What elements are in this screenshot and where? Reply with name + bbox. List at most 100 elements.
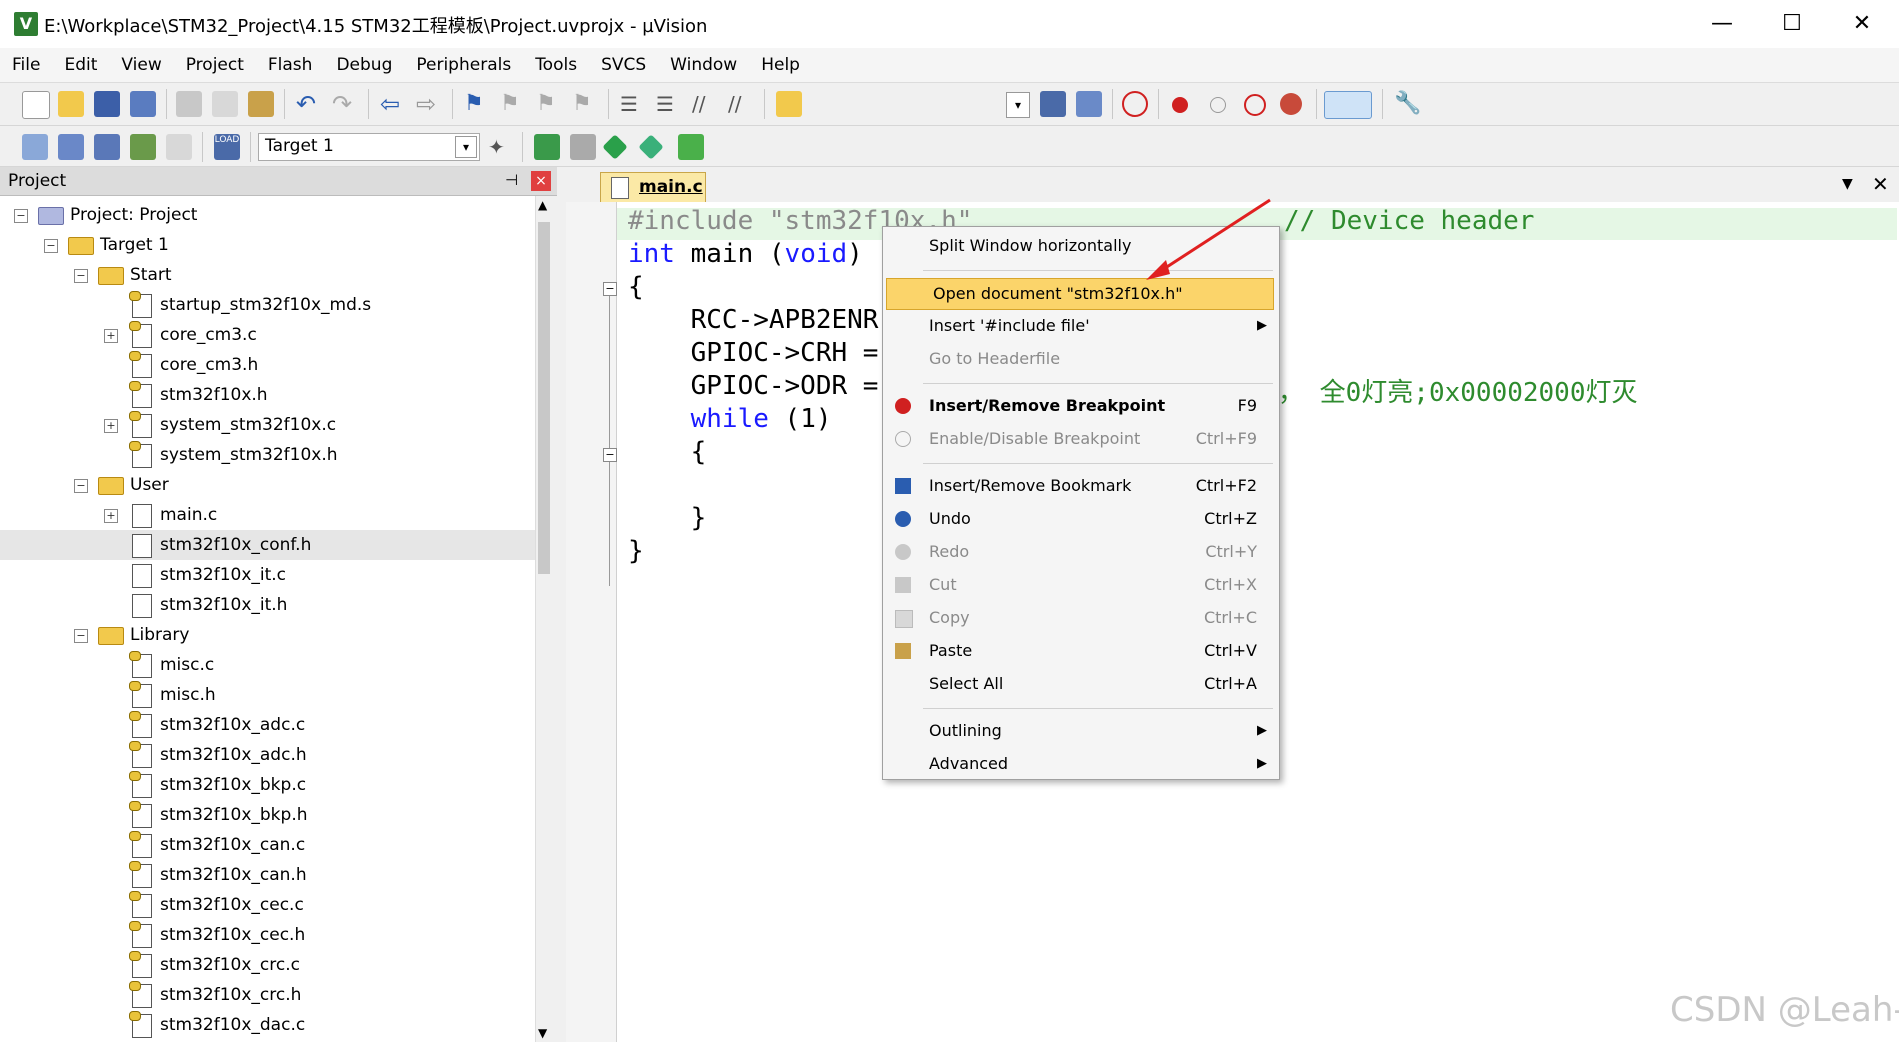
close-tab-icon[interactable]: ✕	[1872, 172, 1889, 196]
context-menu-item[interactable]: Outlining ▶	[883, 716, 1277, 746]
open-folder-icon[interactable]	[58, 91, 84, 117]
manage-multi-project-icon[interactable]	[570, 134, 596, 160]
tree-item[interactable]: stm32f10x_bkp.h	[0, 800, 535, 830]
uncomment-icon[interactable]: //	[728, 91, 754, 117]
tree-item[interactable]: − Library	[0, 620, 535, 650]
find-icon[interactable]	[1040, 91, 1066, 117]
tree-item[interactable]: − Start	[0, 260, 535, 290]
save-icon[interactable]	[94, 91, 120, 117]
tree-item[interactable]: stm32f10x_cec.c	[0, 890, 535, 920]
pin-icon[interactable]: ⊣	[505, 171, 518, 189]
tree-item[interactable]: stm32f10x_cec.h	[0, 920, 535, 950]
collapse-icon[interactable]: −	[44, 239, 58, 253]
find-dropdown-chevron-icon[interactable]: ▾	[1006, 92, 1030, 118]
select-pack-icon[interactable]	[638, 134, 664, 160]
context-menu-item[interactable]: Paste Ctrl+V	[883, 636, 1277, 666]
tree-item[interactable]: + system_stm32f10x.c	[0, 410, 535, 440]
pack-installer-icon[interactable]	[678, 134, 704, 160]
tree-item[interactable]: − Project: Project	[0, 200, 535, 230]
download-load-icon[interactable]: LOAD	[214, 134, 240, 160]
tab-main-c[interactable]: main.c	[600, 172, 706, 203]
save-all-icon[interactable]	[130, 91, 156, 117]
context-menu-item[interactable]: Insert/Remove Breakpoint F9	[883, 391, 1277, 421]
menu-tools[interactable]: Tools	[523, 48, 589, 82]
context-menu-item[interactable]: Undo Ctrl+Z	[883, 504, 1277, 534]
menu-debug[interactable]: Debug	[324, 48, 404, 82]
tree-item[interactable]: stm32f10x.h	[0, 380, 535, 410]
expand-icon[interactable]: +	[104, 329, 118, 343]
unindent-icon[interactable]: ☰	[656, 91, 682, 117]
run-time-environment-icon[interactable]	[602, 134, 628, 160]
context-menu-item[interactable]: Insert/Remove Bookmark Ctrl+F2	[883, 471, 1277, 501]
target-select[interactable]: Target 1 ▾	[258, 133, 480, 161]
start-debug-icon[interactable]	[1122, 91, 1148, 117]
menu-peripherals[interactable]: Peripherals	[404, 48, 523, 82]
menu-help[interactable]: Help	[749, 48, 812, 82]
menu-svcs[interactable]: SVCS	[589, 48, 658, 82]
tree-item[interactable]: − Target 1	[0, 230, 535, 260]
next-bookmark-icon[interactable]: ⚑	[536, 91, 562, 117]
window-layout-dropdown-icon[interactable]	[1324, 91, 1372, 119]
tree-item[interactable]: misc.c	[0, 650, 535, 680]
menu-flash[interactable]: Flash	[256, 48, 325, 82]
configure-wrench-icon[interactable]: 🔧	[1394, 91, 1421, 117]
tree-item[interactable]: stm32f10x_dac.c	[0, 1010, 535, 1040]
insert-breakpoint-icon[interactable]	[1172, 97, 1188, 113]
fold-main-icon[interactable]: −	[603, 282, 617, 296]
manage-project-items-icon[interactable]	[534, 134, 560, 160]
navigate-forward-icon[interactable]: ⇨	[416, 91, 442, 117]
tree-item[interactable]: misc.h	[0, 680, 535, 710]
tree-scrollbar-thumb[interactable]	[538, 222, 550, 574]
menu-view[interactable]: View	[109, 48, 173, 82]
close-window-button[interactable]: ✕	[1827, 0, 1897, 48]
target-options-icon[interactable]: ✦	[488, 134, 514, 160]
scroll-down-icon[interactable]: ▼	[538, 1026, 547, 1040]
context-menu-item[interactable]: Select All Ctrl+A	[883, 669, 1277, 699]
incremental-find-icon[interactable]	[1076, 91, 1102, 117]
tree-item[interactable]: + main.c	[0, 500, 535, 530]
tree-item[interactable]: system_stm32f10x.h	[0, 440, 535, 470]
menu-file[interactable]: File	[0, 48, 52, 82]
fold-while-icon[interactable]: −	[603, 448, 617, 462]
tree-item[interactable]: stm32f10x_adc.c	[0, 710, 535, 740]
stop-build-icon[interactable]	[166, 134, 192, 160]
prev-bookmark-icon[interactable]: ⚑	[500, 91, 526, 117]
context-menu-item[interactable]: Copy Ctrl+C	[883, 603, 1277, 633]
navigate-back-icon[interactable]: ⇦	[380, 91, 406, 117]
copy-icon[interactable]	[212, 91, 238, 117]
tree-item[interactable]: − User	[0, 470, 535, 500]
paste-icon[interactable]	[248, 91, 274, 117]
redo-icon[interactable]: ↷	[332, 91, 358, 117]
menu-window[interactable]: Window	[658, 48, 749, 82]
close-panel-icon[interactable]: ×	[531, 171, 551, 191]
comment-icon[interactable]: //	[692, 91, 718, 117]
tree-item[interactable]: stm32f10x_it.c	[0, 560, 535, 590]
cut-icon[interactable]	[176, 91, 202, 117]
indent-icon[interactable]: ☰	[620, 91, 646, 117]
collapse-icon[interactable]: −	[74, 479, 88, 493]
tree-item[interactable]: stm32f10x_can.h	[0, 860, 535, 890]
undo-icon[interactable]: ↶	[296, 91, 322, 117]
context-menu-item[interactable]: Insert '#include file' ▶	[883, 311, 1277, 341]
context-menu-item[interactable]: Advanced ▶	[883, 749, 1277, 779]
menu-edit[interactable]: Edit	[52, 48, 109, 82]
tree-item[interactable]: stm32f10x_conf.h	[0, 530, 535, 560]
batch-build-icon[interactable]	[130, 134, 156, 160]
disable-all-breakpoints-icon[interactable]	[1244, 94, 1266, 116]
tree-item[interactable]: stm32f10x_adc.h	[0, 740, 535, 770]
bookmark-icon[interactable]: ⚑	[464, 91, 490, 117]
context-menu-item[interactable]: Enable/Disable Breakpoint Ctrl+F9	[883, 424, 1277, 454]
minimize-button[interactable]: —	[1687, 0, 1757, 48]
scroll-up-icon[interactable]: ▲	[538, 198, 547, 212]
tree-item[interactable]: stm32f10x_it.h	[0, 590, 535, 620]
find-in-files-icon[interactable]	[776, 91, 802, 117]
rebuild-icon[interactable]	[94, 134, 120, 160]
disable-breakpoint-icon[interactable]	[1210, 97, 1226, 113]
translate-icon[interactable]	[22, 134, 48, 160]
tree-item[interactable]: stm32f10x_bkp.c	[0, 770, 535, 800]
tree-item[interactable]: + core_cm3.c	[0, 320, 535, 350]
maximize-button[interactable]: ☐	[1757, 0, 1827, 48]
tree-item[interactable]: stm32f10x_can.c	[0, 830, 535, 860]
context-menu-item[interactable]: Cut Ctrl+X	[883, 570, 1277, 600]
tab-list-chevron-icon[interactable]: ▼	[1842, 176, 1853, 192]
